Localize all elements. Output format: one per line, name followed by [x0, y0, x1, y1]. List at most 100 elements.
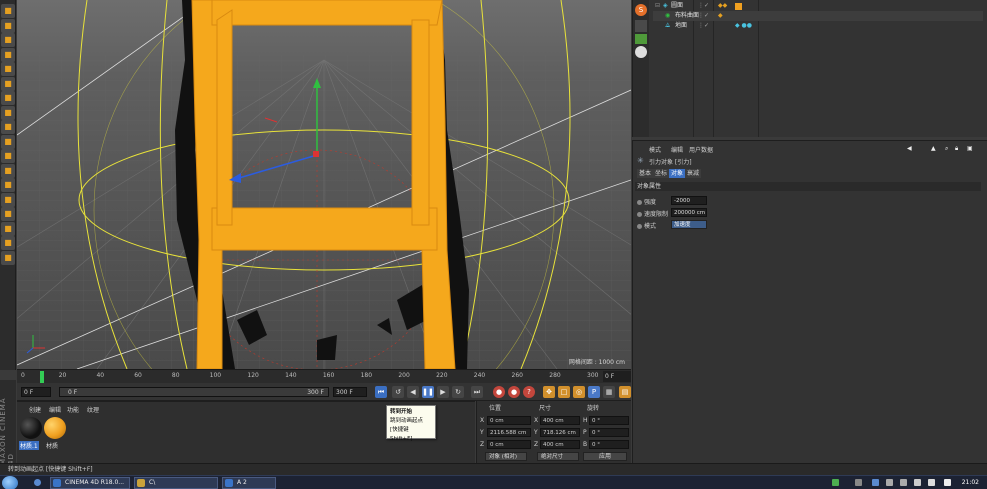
- size-y-field[interactable]: 718.126 cm: [540, 428, 580, 437]
- rotate-icon[interactable]: ■: [1, 76, 15, 91]
- step-forward-icon[interactable]: ↻: [452, 386, 464, 398]
- layer-icon[interactable]: ■: [1, 250, 15, 265]
- move-icon[interactable]: ■: [1, 47, 15, 62]
- start-frame-field[interactable]: 0 F: [21, 387, 51, 397]
- material-menu-texture[interactable]: 纹理: [87, 405, 99, 414]
- attr-menu-mode[interactable]: 模式: [649, 145, 661, 154]
- snap-icon[interactable]: ■: [1, 178, 15, 192]
- mode-dropdown[interactable]: 加速度: [671, 220, 707, 229]
- current-frame-field[interactable]: 0 F: [603, 371, 631, 382]
- volume-icon[interactable]: [914, 479, 921, 486]
- attr-menu-user-data[interactable]: 用户数据: [689, 145, 713, 154]
- attr-menu-edit[interactable]: 编辑: [671, 145, 683, 154]
- record-icon[interactable]: ●: [493, 386, 505, 398]
- object-name[interactable]: 布料曲面: [675, 11, 699, 21]
- magnet-icon[interactable]: ■: [1, 207, 15, 221]
- material-label[interactable]: 材质.1: [19, 441, 39, 450]
- material-swatch[interactable]: [19, 416, 43, 440]
- undo-icon[interactable]: ■: [1, 4, 15, 18]
- speed-limit-field[interactable]: 200000 cm: [671, 208, 707, 217]
- object-row[interactable]: ◉ 布料曲面 ⋮✓ ◆: [653, 11, 983, 21]
- tray-icon[interactable]: [855, 479, 862, 486]
- lock-icon[interactable]: ■: [1, 192, 15, 207]
- visibility-icon[interactable]: ⋮✓: [698, 1, 709, 11]
- cube-icon[interactable]: ■: [1, 91, 15, 105]
- tray-icon[interactable]: [928, 479, 935, 486]
- position-x-field[interactable]: 0 cm: [487, 416, 531, 425]
- grid-icon[interactable]: ■: [1, 236, 15, 250]
- autokey-icon[interactable]: ●: [508, 386, 520, 398]
- timeline-ruler[interactable]: 0 F 0 20 40 60 80 100 120 140 160 180 200 220 240 260…: [17, 369, 631, 383]
- tab-falloff[interactable]: 衰减: [685, 169, 702, 178]
- search-icon[interactable]: [34, 479, 41, 486]
- rotation-h-field[interactable]: 0 °: [589, 416, 629, 425]
- up-arrow-icon[interactable]: ▲: [931, 145, 936, 152]
- size-mode-dropdown[interactable]: 绝对尺寸: [537, 452, 579, 461]
- strength-field[interactable]: -2000: [671, 196, 707, 205]
- move-key-icon[interactable]: ✥: [543, 386, 555, 398]
- paint-icon[interactable]: ■: [1, 221, 15, 236]
- material-menu-function[interactable]: 功能: [67, 405, 79, 414]
- taskbar-item-cinema4d[interactable]: CINEMA 4D R18.0...: [50, 477, 130, 489]
- play-forward-icon[interactable]: ▶: [437, 386, 449, 398]
- motion-icon[interactable]: ▤: [619, 386, 631, 398]
- cinema4d-logo-icon[interactable]: S: [635, 4, 647, 16]
- viewport[interactable]: 网格间距 : 1000 cm: [17, 0, 631, 369]
- go-to-start-icon[interactable]: ⏮: [375, 386, 387, 398]
- object-name[interactable]: 圆面: [671, 1, 683, 11]
- lock-icon[interactable]: 🔒︎: [955, 145, 958, 153]
- material-menu-edit[interactable]: 编辑: [49, 405, 61, 414]
- param-key-icon[interactable]: P: [588, 386, 600, 398]
- tab-object[interactable]: 对象: [669, 169, 686, 178]
- keyframe-icon[interactable]: ?: [523, 386, 535, 398]
- tab-coordinates[interactable]: 坐标: [653, 169, 670, 178]
- step-back-icon[interactable]: ↺: [392, 386, 404, 398]
- ime-icon[interactable]: [944, 479, 951, 486]
- search-icon[interactable]: ⌕: [945, 145, 948, 153]
- redo-icon[interactable]: ■: [1, 18, 15, 33]
- object-row[interactable]: ⊟ ◈ 圆面 ⋮✓ ◆◆: [653, 1, 983, 11]
- start-button[interactable]: [2, 476, 18, 489]
- tray-icon[interactable]: [872, 479, 879, 486]
- go-to-end-icon[interactable]: ⏭: [471, 386, 483, 398]
- pause-icon[interactable]: ❚❚: [422, 386, 434, 398]
- back-arrow-icon[interactable]: ◀: [907, 145, 912, 152]
- new-window-icon[interactable]: ▣: [967, 145, 973, 152]
- taskbar-item-explorer[interactable]: C\: [134, 477, 218, 489]
- layout-icon[interactable]: [635, 20, 647, 32]
- tag-icon[interactable]: ◆: [718, 11, 723, 21]
- position-y-field[interactable]: 2116.588 cm: [487, 428, 531, 437]
- size-x-field[interactable]: 400 cm: [540, 416, 580, 425]
- apply-button[interactable]: 应用: [583, 452, 627, 461]
- taskbar-item-window[interactable]: A 2: [222, 477, 276, 489]
- coordinate-mode-dropdown[interactable]: 对象 (相对): [485, 452, 527, 461]
- visibility-icon[interactable]: ⋮✓: [698, 11, 709, 21]
- network-icon[interactable]: [900, 479, 907, 486]
- object-name[interactable]: 地面: [675, 21, 687, 31]
- live-select-icon[interactable]: ■: [1, 33, 15, 47]
- material-tag-icon[interactable]: [735, 3, 742, 10]
- range-slider[interactable]: 0 F 300 F: [59, 387, 329, 397]
- pla-key-icon[interactable]: ▦: [603, 386, 615, 398]
- tag-icon[interactable]: ◆ ●●: [735, 21, 752, 31]
- playhead[interactable]: [39, 371, 44, 383]
- cube-edit-icon[interactable]: ■: [1, 105, 15, 120]
- texture-mode-icon[interactable]: ■: [1, 134, 15, 149]
- tag-icon[interactable]: [635, 34, 647, 44]
- rotate-key-icon[interactable]: ◎: [573, 386, 585, 398]
- axis-icon[interactable]: ■: [1, 163, 15, 178]
- tray-icon[interactable]: [832, 479, 839, 486]
- scale-key-icon[interactable]: □: [558, 386, 570, 398]
- rotation-p-field[interactable]: 0 °: [589, 428, 629, 437]
- tag-icon[interactable]: ◆◆: [718, 1, 727, 11]
- expand-icon[interactable]: ⊟: [655, 1, 660, 11]
- end-frame-field[interactable]: 300 F: [333, 387, 367, 397]
- play-back-icon[interactable]: ◀: [407, 386, 419, 398]
- size-z-field[interactable]: 400 cm: [540, 440, 580, 449]
- tray-icon[interactable]: [886, 479, 893, 486]
- material-menu-create[interactable]: 创建: [29, 405, 41, 414]
- material-swatch[interactable]: [43, 416, 67, 440]
- position-z-field[interactable]: 0 cm: [487, 440, 531, 449]
- rotation-b-field[interactable]: 0 °: [589, 440, 629, 449]
- tab-basic[interactable]: 基本: [637, 169, 654, 178]
